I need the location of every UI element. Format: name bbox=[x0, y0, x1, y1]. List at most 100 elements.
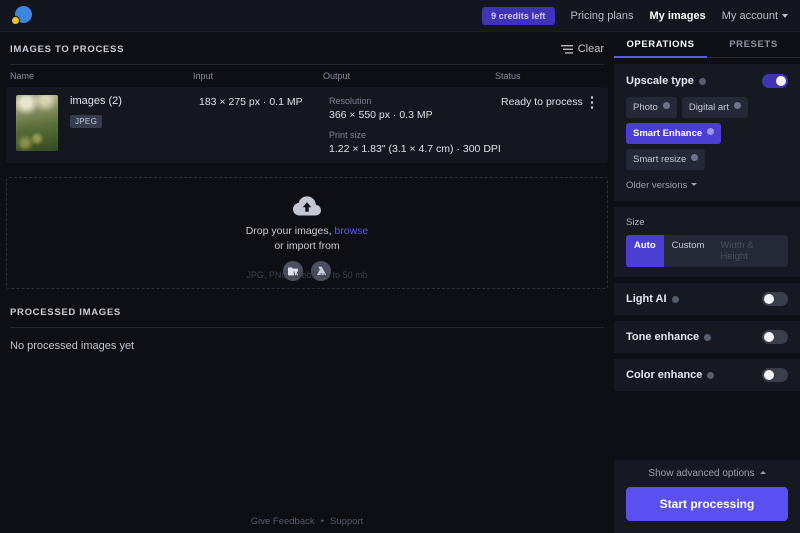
chevron-down-icon bbox=[691, 183, 698, 186]
older-versions-toggle[interactable]: Older versions bbox=[626, 180, 788, 191]
footer: Give Feedback • Support bbox=[0, 516, 614, 527]
format-badge: JPEG bbox=[70, 115, 103, 128]
image-name-cell: images (2) JPEG bbox=[58, 95, 199, 155]
tone-enhance-label: Tone enhance bbox=[626, 331, 700, 343]
nav-pricing-plans[interactable]: Pricing plans bbox=[571, 10, 634, 22]
dropzone-text-second: or import from bbox=[274, 240, 340, 252]
info-icon[interactable] bbox=[691, 154, 699, 161]
footer-separator: • bbox=[320, 516, 324, 527]
images-to-process-header: IMAGES TO PROCESS Clear bbox=[0, 38, 614, 60]
images-to-process-title: IMAGES TO PROCESS bbox=[10, 43, 125, 55]
color-enhance-toggle[interactable] bbox=[762, 368, 788, 382]
show-advanced-options-label: Show advanced options bbox=[648, 468, 755, 479]
top-navigation-bar: 9 credits left Pricing plans My images M… bbox=[0, 0, 800, 32]
give-feedback-link[interactable]: Give Feedback bbox=[251, 516, 315, 527]
color-enhance-section: Color enhance bbox=[614, 359, 800, 391]
size-option-width-height: Width & Height bbox=[720, 240, 754, 262]
nav-my-account[interactable]: My account bbox=[722, 10, 788, 22]
tone-enhance-section: Tone enhance bbox=[614, 321, 800, 353]
nav-links: 9 credits left Pricing plans My images M… bbox=[482, 6, 788, 25]
column-header-input: Input bbox=[193, 71, 214, 81]
cloud-upload-icon bbox=[293, 196, 321, 216]
processed-images-title: PROCESSED IMAGES bbox=[10, 306, 121, 318]
tab-operations[interactable]: OPERATIONS bbox=[614, 32, 707, 58]
status-badge: Ready to process bbox=[501, 96, 583, 108]
nav-my-images[interactable]: My images bbox=[650, 10, 706, 22]
show-advanced-options-button[interactable]: Show advanced options bbox=[626, 468, 788, 487]
images-panel: IMAGES TO PROCESS Clear Name Input Outpu… bbox=[0, 32, 614, 533]
main-body: IMAGES TO PROCESS Clear Name Input Outpu… bbox=[0, 32, 800, 533]
settings-tabs: OPERATIONS PRESETS bbox=[614, 32, 800, 58]
light-ai-toggle[interactable] bbox=[762, 292, 788, 306]
processed-images-header: PROCESSED IMAGES bbox=[0, 301, 614, 323]
upscale-option-smart-resize-label: Smart resize bbox=[633, 154, 687, 165]
browse-link[interactable]: browse bbox=[334, 225, 368, 237]
output-printsize-label: Print size bbox=[329, 130, 367, 140]
dropzone[interactable]: Drop your images, browse or import from bbox=[6, 177, 608, 289]
support-link[interactable]: Support bbox=[330, 516, 363, 527]
info-icon[interactable] bbox=[707, 371, 715, 379]
column-header-name: Name bbox=[10, 71, 35, 81]
size-option-auto[interactable]: Auto bbox=[626, 235, 664, 267]
image-status-cell: Ready to process bbox=[501, 95, 604, 155]
output-resolution-label: Resolution bbox=[329, 96, 372, 106]
info-icon[interactable] bbox=[662, 102, 670, 109]
upscale-option-digital-art-label: Digital art bbox=[688, 102, 729, 113]
size-options: Auto Custom Width & Height bbox=[626, 235, 788, 267]
tone-enhance-row: Tone enhance bbox=[626, 330, 788, 344]
upscale-option-photo-label: Photo bbox=[633, 102, 658, 113]
image-filename: images (2) bbox=[70, 95, 122, 107]
toggle-knob bbox=[764, 294, 774, 304]
settings-footer: Show advanced options Start processing bbox=[614, 460, 800, 533]
settings-panel: OPERATIONS PRESETS Upscale type Photo Di… bbox=[614, 32, 800, 533]
older-versions-label: Older versions bbox=[626, 180, 688, 191]
app-logo-icon[interactable] bbox=[10, 4, 36, 28]
light-ai-section: Light AI bbox=[614, 283, 800, 315]
image-input-info: 183 × 275 px · 0.1 MP bbox=[199, 96, 303, 108]
size-section: Size Auto Custom Width & Height bbox=[614, 207, 800, 277]
table-header-row: Name Input Output Status bbox=[0, 65, 614, 87]
kebab-menu-icon[interactable] bbox=[586, 96, 598, 111]
size-option-custom[interactable]: Custom bbox=[664, 235, 713, 267]
upscale-option-smart-enhance[interactable]: Smart Enhance bbox=[626, 123, 722, 144]
light-ai-row: Light AI bbox=[626, 292, 788, 306]
list-lines-icon bbox=[560, 44, 573, 54]
output-printsize-value: 1.22 × 1.83" (3.1 × 4.7 cm) · 300 DPI bbox=[329, 143, 501, 155]
info-icon[interactable] bbox=[704, 333, 712, 341]
column-header-status: Status bbox=[495, 71, 521, 81]
info-icon[interactable] bbox=[733, 102, 741, 109]
light-ai-label: Light AI bbox=[626, 293, 667, 305]
image-thumbnail[interactable] bbox=[16, 95, 58, 151]
table-row[interactable]: images (2) JPEG 183 × 275 px · 0.1 MP Re… bbox=[6, 87, 608, 163]
logo-yellow-dot bbox=[11, 15, 20, 25]
dropzone-text-prefix: Drop your images, bbox=[245, 225, 335, 237]
upscale-option-photo[interactable]: Photo bbox=[626, 97, 677, 118]
size-label: Size bbox=[626, 217, 645, 228]
column-header-output: Output bbox=[323, 71, 351, 81]
toggle-knob bbox=[776, 76, 786, 86]
processed-empty-message: No processed images yet bbox=[10, 340, 135, 352]
clear-button[interactable]: Clear bbox=[560, 43, 604, 55]
credits-badge[interactable]: 9 credits left bbox=[482, 6, 555, 25]
chevron-down-icon bbox=[782, 13, 788, 18]
upscale-type-options: Photo Digital art Smart Enhance Smart re… bbox=[626, 97, 788, 170]
tab-presets[interactable]: PRESETS bbox=[707, 32, 800, 58]
dropzone-formats-note: JPG, PNG, WebP up to 50 mb bbox=[246, 270, 368, 280]
tone-enhance-toggle[interactable] bbox=[762, 330, 788, 344]
image-output-info: Resolution 366 × 550 px · 0.3 MP Print s… bbox=[329, 95, 501, 155]
dropzone-text: Drop your images, browse or import from bbox=[246, 224, 369, 254]
info-icon[interactable] bbox=[707, 128, 715, 135]
start-processing-button[interactable]: Start processing bbox=[626, 487, 788, 521]
clear-label: Clear bbox=[577, 43, 604, 55]
chevron-up-icon bbox=[759, 471, 766, 474]
toggle-knob bbox=[764, 370, 774, 380]
upscale-option-digital-art[interactable]: Digital art bbox=[681, 97, 748, 118]
output-resolution-value: 366 × 550 px · 0.3 MP bbox=[329, 109, 433, 121]
upscale-type-label: Upscale type bbox=[626, 75, 694, 87]
info-icon[interactable] bbox=[698, 77, 706, 85]
info-icon[interactable] bbox=[671, 295, 679, 303]
upscale-type-toggle[interactable] bbox=[762, 74, 788, 88]
upscale-option-smart-resize[interactable]: Smart resize bbox=[626, 149, 706, 170]
color-enhance-label: Color enhance bbox=[626, 369, 703, 381]
